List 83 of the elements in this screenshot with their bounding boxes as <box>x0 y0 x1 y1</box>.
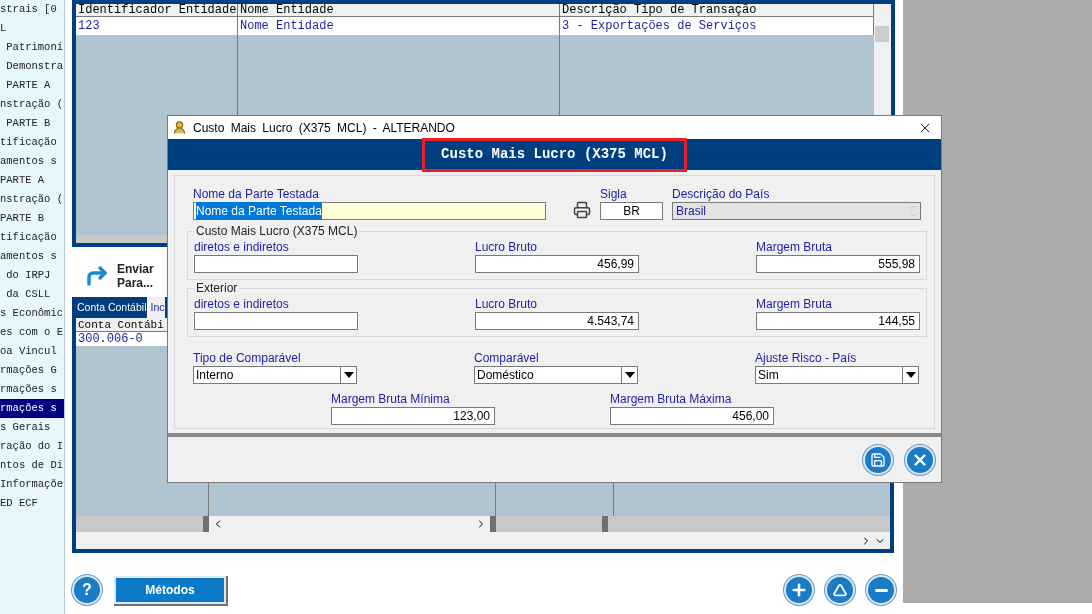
remove-button[interactable] <box>866 575 896 605</box>
tree-item[interactable]: PARTE A <box>0 76 64 95</box>
tree-item[interactable]: rmações s <box>0 380 64 399</box>
tree-item[interactable]: nstração ( <box>0 190 64 209</box>
group-legend: Exterior <box>194 281 240 295</box>
input-field[interactable] <box>194 255 358 273</box>
up-button[interactable] <box>825 575 855 605</box>
tree-item[interactable]: Patrimoni <box>0 38 64 57</box>
tree-item[interactable]: PARTE A <box>0 171 64 190</box>
field-label: diretos e indiretos <box>194 297 290 311</box>
tree-item[interactable]: strais [0 <box>0 0 64 19</box>
minus-icon <box>874 588 888 592</box>
dropdown-arrow-icon <box>340 367 356 383</box>
scrollbar[interactable] <box>209 516 490 532</box>
dropdown[interactable]: Interno <box>193 366 357 384</box>
printer-icon[interactable] <box>573 201 591 219</box>
input-field[interactable]: 144,55 <box>756 312 920 330</box>
form-header: Custo Mais Lucro (X375 MCL) <box>422 137 687 172</box>
tree-item[interactable]: es com o E <box>0 323 64 342</box>
tree-item[interactable]: s Gerais <box>0 418 64 437</box>
tree-item[interactable]: ED ECF <box>0 494 64 513</box>
tree-item[interactable]: oa Vincul <box>0 342 64 361</box>
input-field[interactable]: 456,00 <box>610 407 774 425</box>
chevron-down-icon <box>909 211 917 219</box>
tree-item[interactable]: L <box>0 19 64 38</box>
field-label: Margem Bruta Máxima <box>610 392 733 406</box>
input-field[interactable]: BR <box>600 202 663 220</box>
field-label: Descrição do País <box>672 187 771 201</box>
input-field[interactable]: Nome da Parte Testada <box>193 202 546 220</box>
tree-item[interactable]: PARTE B <box>0 209 64 228</box>
tree-item[interactable]: da CSLL <box>0 285 64 304</box>
plus-icon <box>790 581 808 599</box>
tree-item[interactable]: Demonstra <box>0 57 64 76</box>
field-label: diretos e indiretos <box>194 240 290 254</box>
table-cell-text: 300.006-0 <box>77 332 144 346</box>
field-label: Sigla <box>600 187 628 201</box>
window-title: Custo Mais Lucro (X375 MCL) - ALTERANDO <box>193 119 455 137</box>
field-label: Margem Bruta <box>756 240 834 254</box>
field-label: Lucro Bruto <box>475 240 539 254</box>
help-button[interactable]: ? <box>72 575 102 605</box>
tree-item[interactable]: ntos de Di <box>0 456 64 475</box>
tree-item[interactable]: nstração ( <box>0 95 64 114</box>
field-label: Nome da Parte Testada <box>193 187 320 201</box>
field-value: Nome da Parte Testada <box>196 202 322 220</box>
send-button[interactable]: Enviar Para... <box>85 255 175 297</box>
curved-arrow-icon <box>85 264 109 288</box>
methods-button[interactable]: Métodos <box>114 576 226 604</box>
dropdown-arrow-icon <box>902 367 918 383</box>
tree-item[interactable]: rmações G <box>0 361 64 380</box>
field-label: Lucro Bruto <box>475 297 539 311</box>
input-field[interactable]: 4.543,74 <box>475 312 639 330</box>
tree-item[interactable]: PARTE B <box>0 114 64 133</box>
input-field[interactable] <box>194 312 358 330</box>
tree-item[interactable]: Informaçõe <box>0 475 64 494</box>
add-button[interactable] <box>784 575 814 605</box>
input-field[interactable]: 456,99 <box>475 255 639 273</box>
tree-item[interactable]: tificação <box>0 228 64 247</box>
input-field[interactable]: 123,00 <box>331 407 495 425</box>
tree-item[interactable]: ração do I <box>0 437 64 456</box>
field-label: Comparável <box>474 351 540 365</box>
dropdown[interactable]: Sim <box>755 366 919 384</box>
cancel-button[interactable] <box>905 444 935 475</box>
group-legend: Custo Mais Lucro (X375 MCL) <box>194 224 360 238</box>
field-label: Margem Bruta <box>756 297 834 311</box>
tree-item[interactable]: do IRPJ <box>0 266 64 285</box>
field-label: Margem Bruta Mínima <box>331 392 451 406</box>
triangle-icon <box>833 583 847 597</box>
field-label: Tipo de Comparável <box>193 351 302 365</box>
tree-item[interactable]: tificação <box>0 133 64 152</box>
column-header[interactable]: Identificador Entidade <box>76 4 238 16</box>
dropdown-arrow-icon <box>621 367 637 383</box>
column-header[interactable]: Nome Entidade <box>238 4 560 16</box>
tree-item[interactable]: rmações s <box>0 399 64 418</box>
field-label: Ajuste Risco - País <box>755 351 858 365</box>
dropdown[interactable]: Doméstico <box>474 366 638 384</box>
tree-item[interactable]: s Econômic <box>0 304 64 323</box>
chevron-up-icon <box>909 203 917 211</box>
tree-item[interactable]: amentos s <box>0 152 64 171</box>
save-button[interactable] <box>863 444 893 475</box>
tree-item[interactable]: amentos s <box>0 247 64 266</box>
person-icon <box>172 120 187 135</box>
tab[interactable]: Inc <box>147 297 166 318</box>
input-field[interactable]: 555,98 <box>756 255 920 273</box>
